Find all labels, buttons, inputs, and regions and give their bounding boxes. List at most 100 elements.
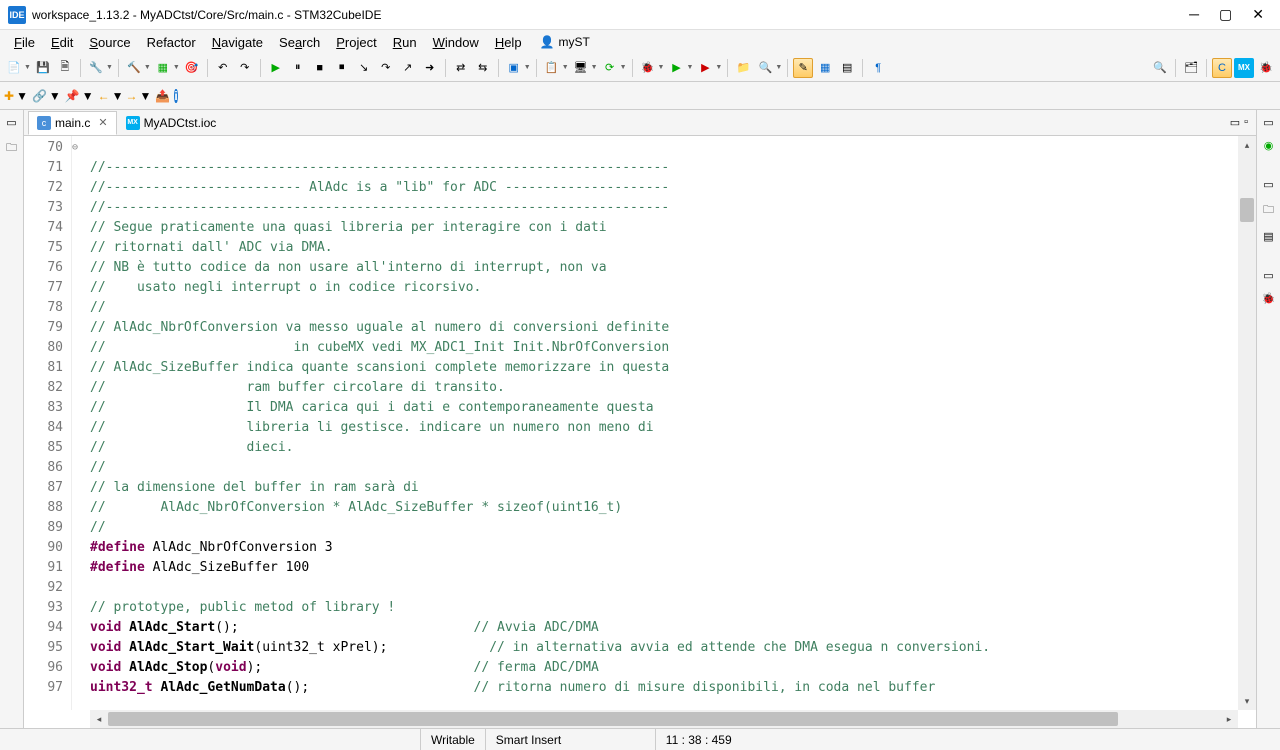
target-button[interactable]: 🎯 bbox=[182, 58, 202, 78]
status-writable: Writable bbox=[420, 729, 485, 750]
editor-tab-bar: c main.c ✕ MX MyADCtst.ioc ▭ ▫ bbox=[24, 110, 1256, 136]
window-title: workspace_1.13.2 - MyADCtst/Core/Src/mai… bbox=[32, 8, 1189, 22]
link-button[interactable]: 🔗 bbox=[32, 89, 47, 103]
debug-tab[interactable]: 🐞 bbox=[1260, 290, 1278, 307]
close-icon[interactable]: ✕ bbox=[98, 116, 107, 129]
toggle-2[interactable]: ⇆ bbox=[473, 58, 493, 78]
menu-refactor[interactable]: Refactor bbox=[141, 33, 202, 52]
restore-view-r[interactable]: ▭ bbox=[1261, 114, 1275, 131]
new-button[interactable]: 📄 bbox=[4, 58, 24, 78]
maximize-editor-button[interactable]: ▭ bbox=[1230, 116, 1240, 129]
vertical-scrollbar[interactable]: ▴ ▾ bbox=[1238, 136, 1256, 710]
debug-pause-button[interactable]: ⏸ bbox=[288, 58, 308, 78]
menu-myst[interactable]: 👤myST bbox=[540, 35, 590, 49]
back-button[interactable]: ← bbox=[98, 89, 110, 103]
build-targets-tab[interactable]: 🗀 bbox=[1261, 199, 1276, 222]
main-toolbar: 📄▼ 💾 🗎 🔧▼ 🔨▼ ▦▼ 🎯 ↶ ↷ ▶ ⏸ ■ ⏹ ↘ ↷ ↗ ➜ ⇄ … bbox=[0, 54, 1280, 82]
open-perspective-button[interactable]: 🗂 bbox=[1181, 58, 1201, 78]
dropdown-icon[interactable]: ▼ bbox=[24, 64, 31, 71]
debug-perspective[interactable]: 🐞 bbox=[1256, 58, 1276, 78]
coverage-button[interactable]: ▶ bbox=[695, 58, 715, 78]
save-all-button[interactable]: 🗎 bbox=[55, 58, 75, 78]
menu-run[interactable]: Run bbox=[387, 33, 423, 52]
menu-file[interactable]: File bbox=[8, 33, 41, 52]
menu-source[interactable]: Source bbox=[83, 33, 136, 52]
export-button[interactable]: 📤 bbox=[155, 89, 170, 103]
status-cursor-position: 11 : 38 : 459 bbox=[655, 729, 805, 750]
status-bar: Writable Smart Insert 11 : 38 : 459 bbox=[0, 728, 1280, 750]
debug-button[interactable]: 🐞 bbox=[638, 58, 658, 78]
minimize-button[interactable]: ─ bbox=[1189, 6, 1199, 23]
code-editor[interactable]: 70 71 72 73 74 75 76 77 78 79 80 81 82 8… bbox=[24, 136, 1256, 710]
redo-button[interactable]: ↷ bbox=[235, 58, 255, 78]
restore-view-r2[interactable]: ▭ bbox=[1261, 176, 1275, 193]
menu-window[interactable]: Window bbox=[427, 33, 485, 52]
search-icon[interactable]: 🔍 bbox=[1150, 58, 1170, 78]
menu-project[interactable]: Project bbox=[330, 33, 382, 52]
menu-help[interactable]: Help bbox=[489, 33, 528, 52]
step-over-button[interactable]: ↷ bbox=[376, 58, 396, 78]
sdk-button[interactable]: 🔧 bbox=[86, 58, 106, 78]
perspective-1[interactable]: ✎ bbox=[793, 58, 813, 78]
step-into-button[interactable]: ↘ bbox=[354, 58, 374, 78]
fold-gutter: ⊖ bbox=[72, 136, 90, 710]
scroll-down-icon[interactable]: ▾ bbox=[1238, 692, 1256, 710]
close-button[interactable]: ✕ bbox=[1252, 6, 1264, 23]
search-toolbar-button[interactable]: 🔍 bbox=[755, 58, 775, 78]
tab-main-c[interactable]: c main.c ✕ bbox=[28, 111, 117, 135]
refresh-button[interactable]: ⟳ bbox=[600, 58, 620, 78]
save-button[interactable]: 💾 bbox=[33, 58, 53, 78]
secondary-toolbar: ✚▼ 🔗▼ 📌▼ ←▼ →▼ 📤 i bbox=[0, 82, 1280, 110]
tab-ioc[interactable]: MX MyADCtst.ioc bbox=[117, 111, 226, 135]
menu-edit[interactable]: Edit bbox=[45, 33, 79, 52]
line-number-gutter: 70 71 72 73 74 75 76 77 78 79 80 81 82 8… bbox=[24, 136, 72, 710]
perspective-3[interactable]: ▤ bbox=[837, 58, 857, 78]
menu-search[interactable]: Search bbox=[273, 33, 326, 52]
scroll-up-icon[interactable]: ▴ bbox=[1238, 136, 1256, 154]
run-button[interactable]: ▶ bbox=[666, 58, 686, 78]
project-explorer-tab[interactable]: 🗀 bbox=[4, 137, 19, 160]
add-button[interactable]: ✚ bbox=[4, 89, 14, 103]
status-insert-mode: Smart Insert bbox=[485, 729, 655, 750]
step-return-button[interactable]: ↗ bbox=[398, 58, 418, 78]
c-perspective[interactable]: C bbox=[1212, 58, 1232, 78]
info-button[interactable]: i bbox=[174, 89, 177, 103]
menu-navigate[interactable]: Navigate bbox=[206, 33, 269, 52]
code-area[interactable]: //--------------------------------------… bbox=[90, 136, 1238, 710]
new-project-button[interactable]: 📁 bbox=[733, 58, 753, 78]
ide-icon: IDE bbox=[8, 6, 26, 24]
scroll-right-icon[interactable]: ▸ bbox=[1220, 710, 1238, 728]
chip-button[interactable]: ▣ bbox=[504, 58, 524, 78]
mx-perspective[interactable]: MX bbox=[1234, 58, 1254, 78]
person-icon: 👤 bbox=[540, 35, 555, 49]
debug-resume-button[interactable]: ▶ bbox=[266, 58, 286, 78]
build-button[interactable]: 🔨 bbox=[124, 58, 144, 78]
perspective-2[interactable]: ▦ bbox=[815, 58, 835, 78]
outline-tab[interactable]: ◉ bbox=[1262, 137, 1276, 154]
scroll-left-icon[interactable]: ◂ bbox=[90, 710, 108, 728]
tasks-tab[interactable]: ▤ bbox=[1261, 228, 1275, 245]
debug-stop-button[interactable]: ■ bbox=[310, 58, 330, 78]
undo-button[interactable]: ↶ bbox=[213, 58, 233, 78]
maximize-button[interactable]: ▢ bbox=[1219, 6, 1232, 23]
config-button[interactable]: ▦ bbox=[153, 58, 173, 78]
c-file-icon: c bbox=[37, 116, 51, 130]
left-view-strip: ▭ 🗀 bbox=[0, 110, 24, 728]
debug-disconnect-button[interactable]: ⏹ bbox=[332, 58, 352, 78]
pilcrow-button[interactable]: ¶ bbox=[868, 58, 888, 78]
mx-file-icon: MX bbox=[126, 116, 140, 130]
minimize-editor-button[interactable]: ▫ bbox=[1244, 116, 1248, 129]
pin-button[interactable]: 📌 bbox=[65, 89, 80, 103]
external-button[interactable]: 🖥 bbox=[571, 58, 591, 78]
horizontal-scrollbar[interactable]: ◂ ▸ bbox=[90, 710, 1238, 728]
scroll-thumb-h[interactable] bbox=[108, 712, 1118, 726]
tab-label: MyADCtst.ioc bbox=[144, 116, 217, 130]
toggle-1[interactable]: ⇄ bbox=[451, 58, 471, 78]
scroll-thumb[interactable] bbox=[1240, 198, 1254, 222]
step-button[interactable]: ➜ bbox=[420, 58, 440, 78]
forward-button[interactable]: → bbox=[126, 89, 138, 103]
restore-view-r3[interactable]: ▭ bbox=[1261, 267, 1275, 284]
restore-view-1[interactable]: ▭ bbox=[4, 114, 18, 131]
tab-label: main.c bbox=[55, 116, 90, 130]
launch-button[interactable]: 📋 bbox=[542, 58, 562, 78]
